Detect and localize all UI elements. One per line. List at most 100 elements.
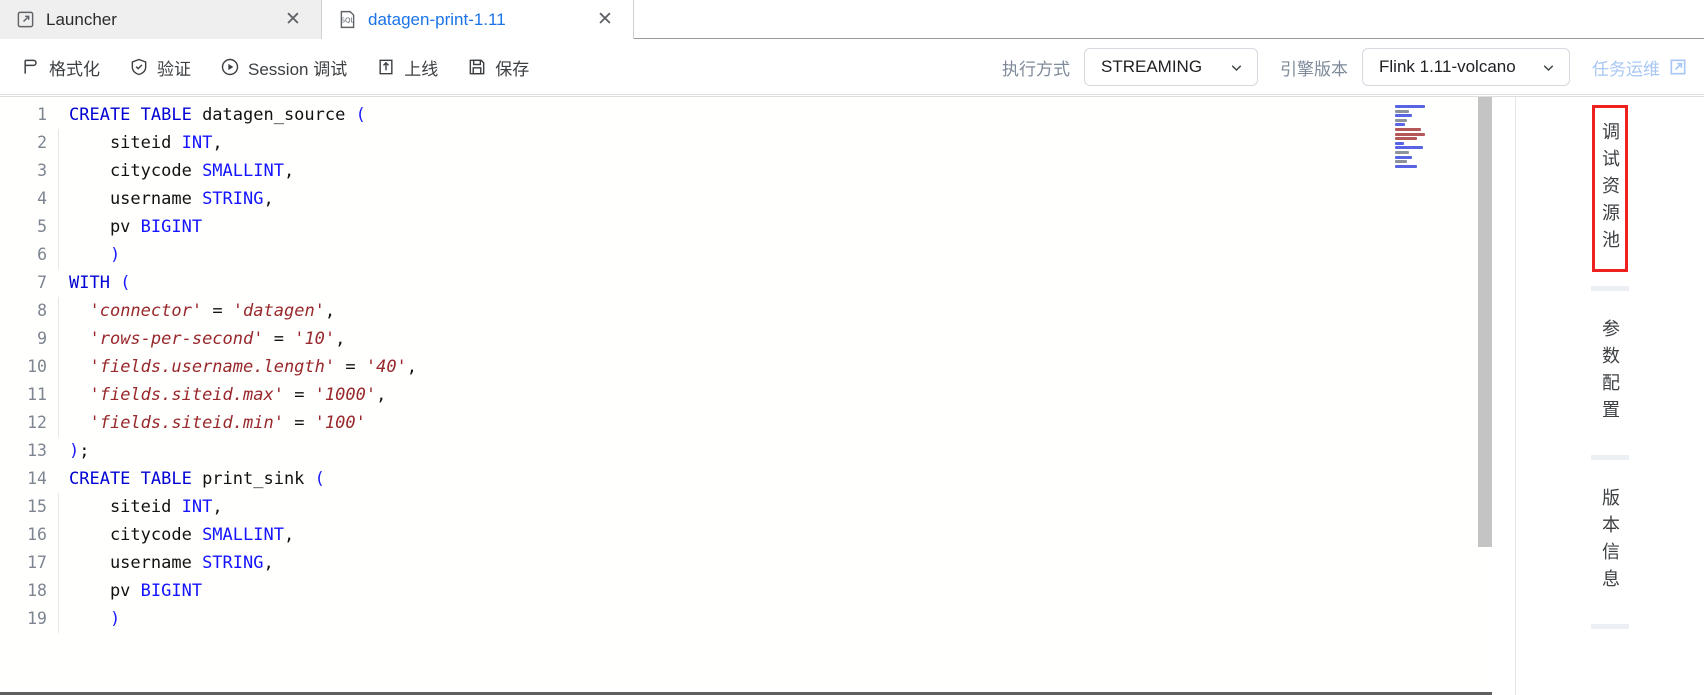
- sidebar-item-parameter-config[interactable]: 参数配置: [1593, 303, 1627, 441]
- task-ops-label: 任务运维: [1592, 59, 1660, 79]
- code-line-content[interactable]: username STRING,: [58, 185, 1492, 213]
- code-token: ,: [263, 553, 274, 573]
- line-number: 10: [27, 357, 47, 376]
- code-line-content[interactable]: citycode SMALLINT,: [58, 157, 1492, 185]
- save-button[interactable]: 保存: [464, 50, 541, 84]
- code-line[interactable]: 17 username STRING,: [0, 549, 1492, 577]
- code-line[interactable]: 5 pv BIGINT: [0, 213, 1492, 241]
- code-line[interactable]: 3 citycode SMALLINT,: [0, 157, 1492, 185]
- code-token: ): [109, 609, 121, 629]
- code-token: CREATE TABLE: [69, 469, 203, 489]
- code-line-content[interactable]: WITH (: [58, 269, 1492, 297]
- sidebar-item-label: 版本信息: [1600, 488, 1620, 596]
- code-token: INT: [181, 497, 213, 517]
- code-line-content[interactable]: );: [58, 437, 1492, 465]
- code-line[interactable]: 16 citycode SMALLINT,: [0, 521, 1492, 549]
- line-number: 4: [37, 189, 47, 208]
- code-line-content[interactable]: ): [58, 605, 1492, 633]
- code-line-content[interactable]: 'fields.siteid.max' = '1000',: [58, 381, 1492, 409]
- code-token: ,: [406, 357, 418, 377]
- line-number: 18: [27, 581, 47, 600]
- code-line[interactable]: 8 'connector' = 'datagen',: [0, 297, 1492, 325]
- line-number: 1: [37, 105, 47, 124]
- toolbar-settings: 执行方式 STREAMING 引擎版本 Flink 1.11-volcano 任…: [1002, 48, 1688, 86]
- tab-datagen-print[interactable]: SQL datagen-print-1.11 ✕: [322, 0, 634, 39]
- session-debug-button[interactable]: Session 调试: [217, 50, 359, 84]
- code-line-content[interactable]: pv BIGINT: [58, 213, 1492, 241]
- code-line-content[interactable]: CREATE TABLE print_sink (: [58, 465, 1492, 493]
- code-token: 'connector': [89, 301, 203, 321]
- code-line-content[interactable]: username STRING,: [58, 549, 1492, 577]
- code-line[interactable]: 10 'fields.username.length' = '40',: [0, 353, 1492, 381]
- code-line-content[interactable]: 'fields.username.length' = '40',: [58, 353, 1492, 381]
- task-ops-link[interactable]: 任务运维: [1592, 55, 1688, 80]
- publish-button[interactable]: 上线: [373, 50, 450, 84]
- validate-button[interactable]: 验证: [126, 50, 203, 84]
- tab-label: Launcher: [46, 9, 117, 29]
- code-line-content[interactable]: citycode SMALLINT,: [58, 521, 1492, 549]
- line-number: 12: [27, 413, 47, 432]
- code-line[interactable]: 9 'rows-per-second' = '10',: [0, 325, 1492, 353]
- engine-version-select[interactable]: Flink 1.11-volcano: [1362, 48, 1570, 86]
- sidebar-item-debug-resource-pool[interactable]: 调试资源池: [1592, 105, 1628, 272]
- code-line[interactable]: 2 siteid INT,: [0, 129, 1492, 157]
- code-line[interactable]: 14 CREATE TABLE print_sink (: [0, 465, 1492, 493]
- code-line-content[interactable]: ): [58, 241, 1492, 269]
- exec-mode-label: 执行方式: [1002, 59, 1070, 79]
- engine-version-value: Flink 1.11-volcano: [1379, 57, 1516, 76]
- code-line[interactable]: 7 WITH (: [0, 269, 1492, 297]
- code-token: 'rows-per-second': [89, 329, 264, 349]
- code-lines[interactable]: 1 CREATE TABLE datagen_source (2 siteid I…: [0, 101, 1492, 633]
- sidebar-separator: [1591, 286, 1629, 291]
- code-token: 'fields.username.length': [89, 357, 336, 377]
- code-line[interactable]: 13);: [0, 437, 1492, 465]
- line-number: 15: [27, 497, 47, 516]
- code-line[interactable]: 6 ): [0, 241, 1492, 269]
- vertical-scrollbar-thumb[interactable]: [1478, 97, 1492, 547]
- code-token: =: [202, 301, 233, 321]
- code-token: ,: [324, 301, 336, 321]
- code-token: datagen_source: [202, 105, 356, 125]
- format-button[interactable]: 格式化: [18, 50, 112, 84]
- line-number: 3: [37, 161, 47, 180]
- tab-launcher[interactable]: Launcher ✕: [0, 0, 322, 39]
- close-icon[interactable]: ✕: [591, 6, 619, 34]
- editor-region: 1 CREATE TABLE datagen_source (2 siteid I…: [0, 96, 1704, 695]
- code-line-content[interactable]: CREATE TABLE datagen_source (: [58, 101, 1492, 129]
- line-number: 14: [27, 469, 47, 488]
- code-line-content[interactable]: siteid INT,: [58, 493, 1492, 521]
- code-line[interactable]: 18 pv BIGINT: [0, 577, 1492, 605]
- code-token: pv: [69, 581, 141, 601]
- sql-code-editor[interactable]: 1 CREATE TABLE datagen_source (2 siteid I…: [0, 97, 1492, 695]
- code-token: =: [263, 329, 295, 349]
- close-icon[interactable]: ✕: [279, 6, 307, 34]
- svg-text:SQL: SQL: [340, 17, 354, 25]
- line-number: 11: [27, 385, 47, 404]
- code-line-content[interactable]: 'connector' = 'datagen',: [58, 297, 1492, 325]
- code-line-content[interactable]: pv BIGINT: [58, 577, 1492, 605]
- line-number: 7: [37, 273, 47, 292]
- save-icon: [466, 56, 488, 78]
- sidebar-item-version-info[interactable]: 版本信息: [1593, 472, 1627, 610]
- code-token: 'fields.siteid.min': [89, 413, 284, 433]
- code-line[interactable]: 4 username STRING,: [0, 185, 1492, 213]
- code-line-content[interactable]: 'rows-per-second' = '10',: [58, 325, 1492, 353]
- code-token: '100': [314, 413, 366, 433]
- code-line[interactable]: 11 'fields.siteid.max' = '1000',: [0, 381, 1492, 409]
- code-token: INT: [181, 133, 213, 153]
- code-line[interactable]: 1 CREATE TABLE datagen_source (: [0, 101, 1492, 129]
- code-line[interactable]: 19 ): [0, 605, 1492, 633]
- sql-file-icon: SQL: [336, 9, 358, 31]
- line-number: 16: [27, 525, 47, 544]
- code-line[interactable]: 12 'fields.siteid.min' = '100': [0, 409, 1492, 437]
- code-line-content[interactable]: 'fields.siteid.min' = '100': [58, 409, 1492, 437]
- vertical-scrollbar[interactable]: [1478, 97, 1492, 695]
- exec-mode-select[interactable]: STREAMING: [1084, 48, 1258, 86]
- code-line-content[interactable]: siteid INT,: [58, 129, 1492, 157]
- code-line[interactable]: 15 siteid INT,: [0, 493, 1492, 521]
- code-token: (: [355, 105, 366, 125]
- upload-icon: [375, 56, 397, 78]
- engine-version-label: 引擎版本: [1280, 59, 1348, 79]
